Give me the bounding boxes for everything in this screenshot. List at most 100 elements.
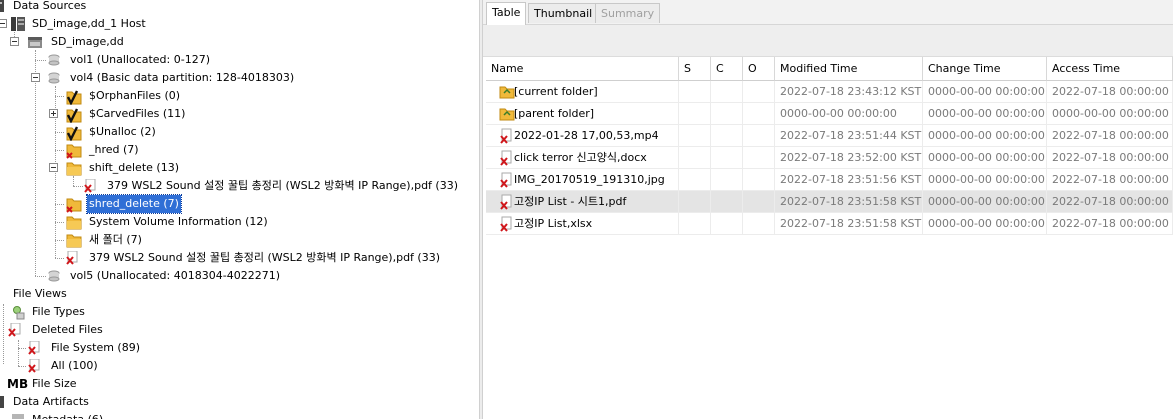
column-header-modified-time[interactable]: Modified Time: [775, 57, 923, 81]
deleted-file-icon: [500, 128, 514, 144]
deleted-file-icon: [500, 172, 514, 188]
cell-change-time: 0000-00-00 00:00:00: [923, 147, 1047, 169]
column-header-name[interactable]: Name: [486, 57, 679, 81]
tree-item-orphan-files[interactable]: $OrphanFiles (0): [0, 87, 470, 106]
column-header-change-time[interactable]: Change Time: [923, 57, 1047, 81]
tree-item-file-views[interactable]: File Views: [0, 285, 470, 303]
cell-c: [711, 191, 743, 213]
file-types-icon: [11, 305, 25, 320]
deleted-file-icon: [500, 216, 514, 232]
cell-name: 2022-01-28 17,00,53,mp4: [486, 125, 679, 147]
tree-item-label: vol5 (Unallocated: 4018304-4022271): [70, 269, 280, 282]
deleted-file-icon: [28, 358, 42, 373]
result-tabs: Table Thumbnail Summary: [483, 0, 1173, 25]
deleted-file-icon: [500, 150, 514, 166]
metadata-icon: [11, 413, 25, 419]
tree-item-host[interactable]: SD_image,dd_1 Host: [0, 15, 470, 33]
tree-item-data-artifacts[interactable]: Data Artifacts: [0, 393, 470, 411]
tree-item-system-volume-information[interactable]: System Volume Information (12): [0, 213, 470, 231]
cell-o: [743, 81, 775, 103]
column-header-s[interactable]: S: [679, 57, 711, 81]
cell-modified-time: 2022-07-18 23:43:12 KST: [775, 81, 923, 103]
table-row[interactable]: click terror 신고양식,docx 2022-07-18 23:52:…: [486, 147, 1173, 169]
tree-item-deleted-files[interactable]: Deleted Files: [0, 321, 470, 339]
cell-modified-time: 2022-07-18 23:51:44 KST: [775, 125, 923, 147]
cell-o: [743, 169, 775, 191]
table-row[interactable]: [current folder] 2022-07-18 23:43:12 KST…: [486, 81, 1173, 103]
column-header-c[interactable]: C: [711, 57, 743, 81]
tree-item-deleted-file-system[interactable]: File System (89): [0, 339, 470, 357]
tree-item-data-sources[interactable]: Data Sources: [0, 0, 470, 15]
tree-item-label: File Types: [32, 305, 85, 318]
cell-c: [711, 169, 743, 191]
tree-item-label: File System (89): [51, 341, 140, 354]
tree-item-deleted-pdf[interactable]: 379 WSL2 Sound 설정 꿀팁 총정리 (WSL2 방화벽 IP Ra…: [0, 249, 479, 267]
collapse-toggle[interactable]: [0, 19, 7, 28]
tab-table[interactable]: Table: [486, 2, 527, 25]
cell-o: [743, 125, 775, 147]
tree-item-label-selected: shred_delete (7): [86, 194, 182, 214]
cell-access-time: 2022-07-18 00:00:00 KST: [1047, 147, 1173, 169]
tree-item-deleted-pdf[interactable]: 379 WSL2 Sound 설정 꿀팁 총정리 (WSL2 방화벽 IP Ra…: [0, 177, 479, 195]
tree-item-disk-image[interactable]: SD_image,dd: [0, 33, 470, 51]
table-row[interactable]: 고정IP List,xlsx 2022-07-18 23:51:58 KST 0…: [486, 213, 1173, 235]
results-pane: Table Thumbnail Summary Name S C O Modif…: [483, 0, 1173, 419]
data-source-tree[interactable]: Data Sources SD_image,dd_1 Host SD_image…: [0, 0, 479, 419]
tab-thumbnail[interactable]: Thumbnail: [528, 3, 599, 23]
cell-s: [679, 103, 711, 125]
tree-item-deleted-all[interactable]: All (100): [0, 357, 470, 375]
cell-change-time: 0000-00-00 00:00:00: [923, 103, 1047, 125]
folder-up-icon: [499, 106, 515, 121]
table-row[interactable]: [parent folder] 0000-00-00 00:00:00 0000…: [486, 103, 1173, 125]
tree-item-unalloc[interactable]: $Unalloc (2): [0, 123, 470, 142]
tree-item-vol4[interactable]: vol4 (Basic data partition: 128-4018303): [0, 69, 470, 87]
folder-checked-icon: [65, 89, 82, 106]
results-toolbar: [483, 25, 1173, 57]
collapse-toggle[interactable]: [10, 37, 19, 46]
tree-item-metadata[interactable]: Metadata (6): [0, 411, 470, 419]
file-name: IMG_20170519_191310,jpg: [514, 173, 665, 186]
collapse-toggle[interactable]: [31, 73, 40, 82]
tree-item-label: vol1 (Unallocated: 0-127): [70, 53, 210, 66]
tree-item-file-size[interactable]: MB File Size: [0, 375, 470, 393]
cell-name: [parent folder]: [486, 103, 679, 125]
file-name: [parent folder]: [514, 107, 595, 120]
folder-deleted-icon: [65, 143, 82, 159]
cell-s: [679, 213, 711, 235]
deleted-file-icon: [500, 194, 514, 210]
tree-item-label: vol4 (Basic data partition: 128-4018303): [70, 71, 295, 84]
collapse-toggle[interactable]: [49, 163, 58, 172]
cell-c: [711, 81, 743, 103]
cell-name: [current folder]: [486, 81, 679, 103]
file-name: 고정IP List - 시트1,pdf: [514, 195, 627, 208]
tree-item-carved-files[interactable]: $CarvedFiles (11): [0, 105, 470, 124]
cell-name: click terror 신고양식,docx: [486, 147, 679, 169]
folder-deleted-icon: [65, 197, 82, 213]
folder-icon: [65, 233, 82, 248]
column-header-o[interactable]: O: [743, 57, 775, 81]
cell-c: [711, 147, 743, 169]
volume-icon: [48, 269, 62, 283]
table-row-selected[interactable]: 고정IP List - 시트1,pdf 2022-07-18 23:51:58 …: [486, 191, 1173, 213]
tree-item-shred-delete[interactable]: shred_delete (7): [0, 194, 470, 214]
cell-access-time: 2022-07-18 00:00:00 KST: [1047, 81, 1173, 103]
file-size-icon: MB: [7, 377, 29, 391]
cell-c: [711, 125, 743, 147]
table-row[interactable]: IMG_20170519_191310,jpg 2022-07-18 23:51…: [486, 169, 1173, 191]
volume-icon: [48, 53, 62, 67]
tree-item-vol5[interactable]: vol5 (Unallocated: 4018304-4022271): [0, 267, 470, 285]
tree-item-shift-delete[interactable]: shift_delete (13): [0, 159, 470, 177]
cell-c: [711, 103, 743, 125]
tree-item-label: _hred (7): [89, 143, 139, 156]
cell-s: [679, 81, 711, 103]
tree-item-vol1[interactable]: vol1 (Unallocated: 0-127): [0, 51, 470, 69]
cell-change-time: 0000-00-00 00:00:00: [923, 125, 1047, 147]
cell-access-time: 2022-07-18 00:00:00 KST: [1047, 125, 1173, 147]
table-row[interactable]: 2022-01-28 17,00,53,mp4 2022-07-18 23:51…: [486, 125, 1173, 147]
tree-item-new-folder[interactable]: 새 폴더 (7): [0, 231, 470, 249]
tree-item-hred[interactable]: _hred (7): [0, 141, 470, 159]
column-header-access-time[interactable]: Access Time: [1047, 57, 1173, 81]
tree-item-file-types[interactable]: File Types: [0, 303, 470, 321]
expand-toggle[interactable]: [49, 109, 58, 118]
cell-access-time: 2022-07-18 00:00:00 KST: [1047, 213, 1173, 235]
